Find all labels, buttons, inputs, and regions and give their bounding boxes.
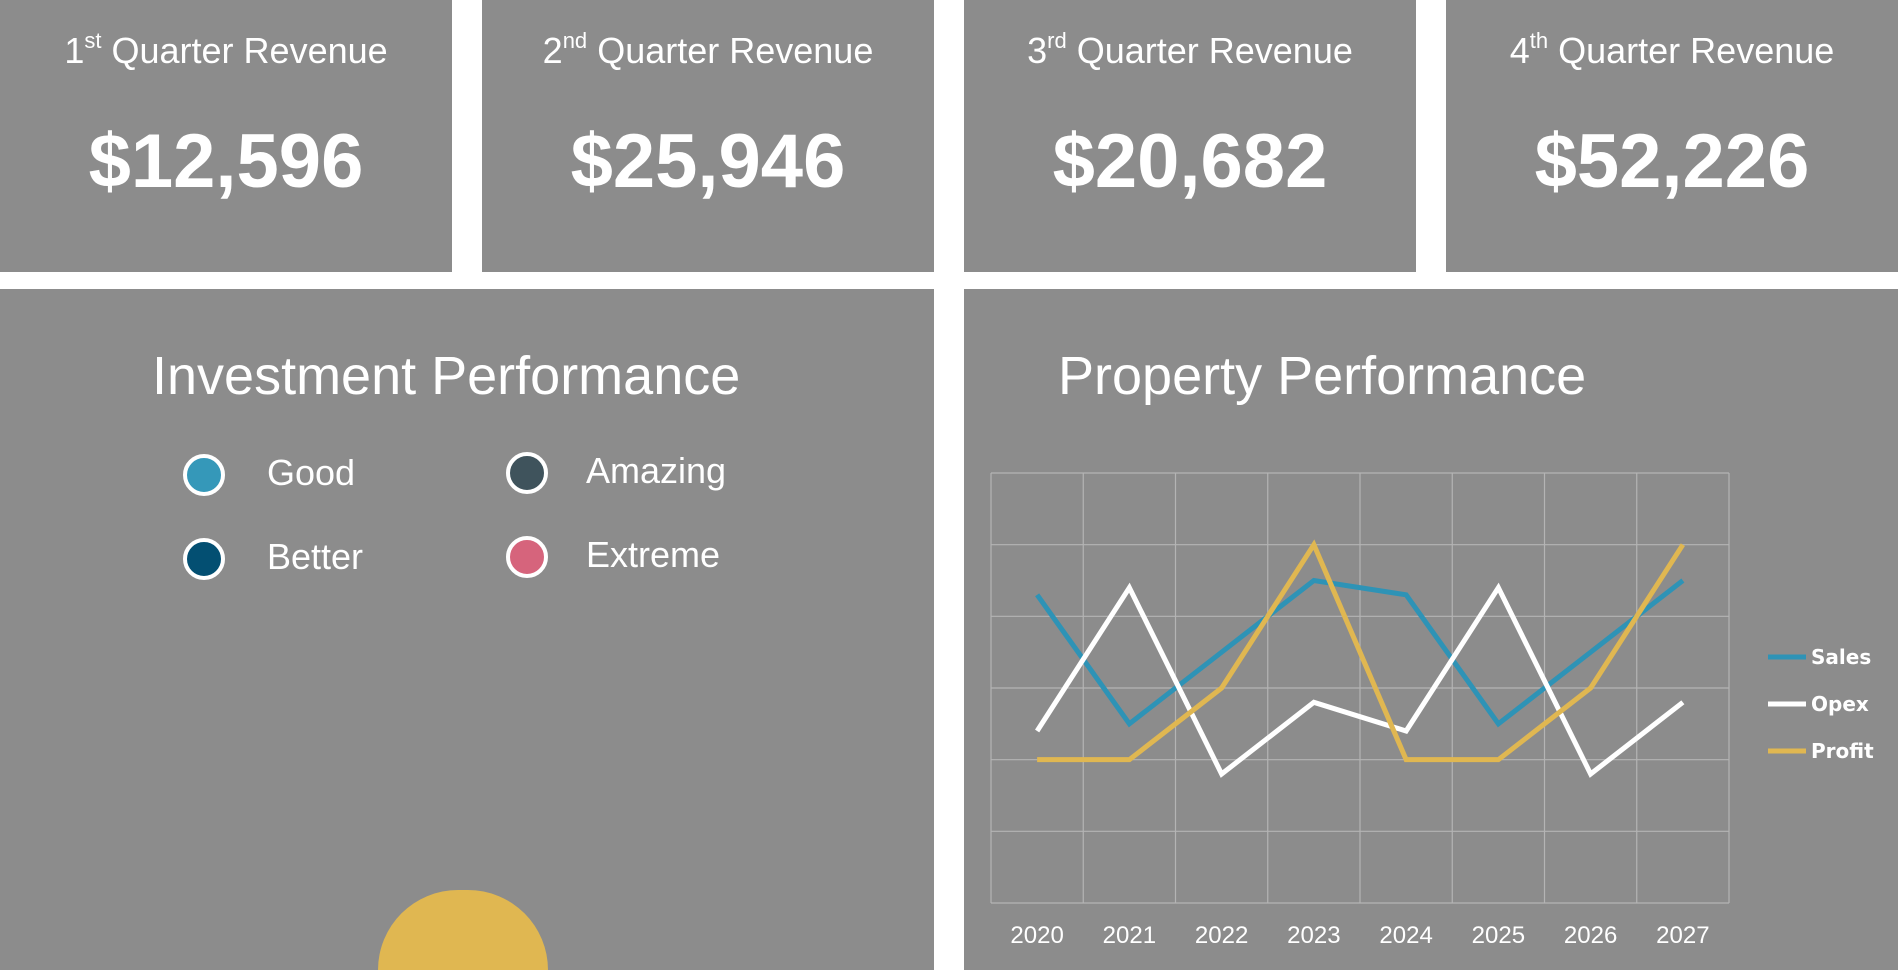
legend-label: Sales <box>1811 645 1871 669</box>
kpi-value: $20,682 <box>1052 119 1328 204</box>
kpi-tile-q3: 3rd Quarter Revenue $20,682 <box>964 0 1416 272</box>
investment-panel: Investment Performance Good Amazing Bett… <box>0 289 934 970</box>
kpi-label: 2nd Quarter Revenue <box>542 28 874 71</box>
legend-item-good: Good <box>183 452 355 496</box>
kpi-label: 4th Quarter Revenue <box>1509 28 1835 71</box>
x-tick-label: 2023 <box>1287 922 1340 949</box>
kpi-tile-q4: 4th Quarter Revenue $52,226 <box>1446 0 1898 272</box>
legend-label: Good <box>267 452 356 493</box>
x-tick-label: 2026 <box>1564 922 1617 949</box>
extreme-dot-icon <box>506 536 548 578</box>
legend-label: Extreme <box>586 534 721 575</box>
legend-label: Profit <box>1811 739 1874 763</box>
legend-item-extreme: Extreme <box>506 534 720 578</box>
kpi-value: $52,226 <box>1534 119 1810 204</box>
line-chart: 2020 2021 2022 2023 2024 2025 2026 2027 Sales Ope… <box>990 472 1874 949</box>
x-tick-label: 2025 <box>1472 922 1525 949</box>
kpi-label: 3rd Quarter Revenue <box>1027 28 1353 71</box>
kpi-tile-q1: 1st Quarter Revenue $12,596 <box>0 0 452 272</box>
property-panel: Property Performance 2020 2021 2022 2023 202… <box>964 289 1898 970</box>
legend-item-amazing: Amazing <box>506 450 726 494</box>
kpi-value: $25,946 <box>570 119 846 204</box>
legend-label: Better <box>267 536 364 577</box>
legend-item-better: Better <box>183 536 363 580</box>
x-tick-label: 2022 <box>1195 922 1248 949</box>
x-tick-label: 2027 <box>1656 922 1709 949</box>
better-dot-icon <box>183 538 225 580</box>
legend-label: Amazing <box>586 450 727 491</box>
kpi-label: 1st Quarter Revenue <box>64 28 388 71</box>
panel-title: Investment Performance <box>152 346 741 406</box>
kpi-value: $12,596 <box>88 119 364 204</box>
x-tick-label: 2020 <box>1010 922 1063 949</box>
x-tick-label: 2021 <box>1103 922 1156 949</box>
x-tick-label: 2024 <box>1379 922 1432 949</box>
legend-label: Opex <box>1811 692 1869 716</box>
good-dot-icon <box>183 454 225 496</box>
kpi-tile-q2: 2nd Quarter Revenue $25,946 <box>482 0 934 272</box>
amazing-dot-icon <box>506 452 548 494</box>
semicircle-gauge <box>378 890 548 970</box>
